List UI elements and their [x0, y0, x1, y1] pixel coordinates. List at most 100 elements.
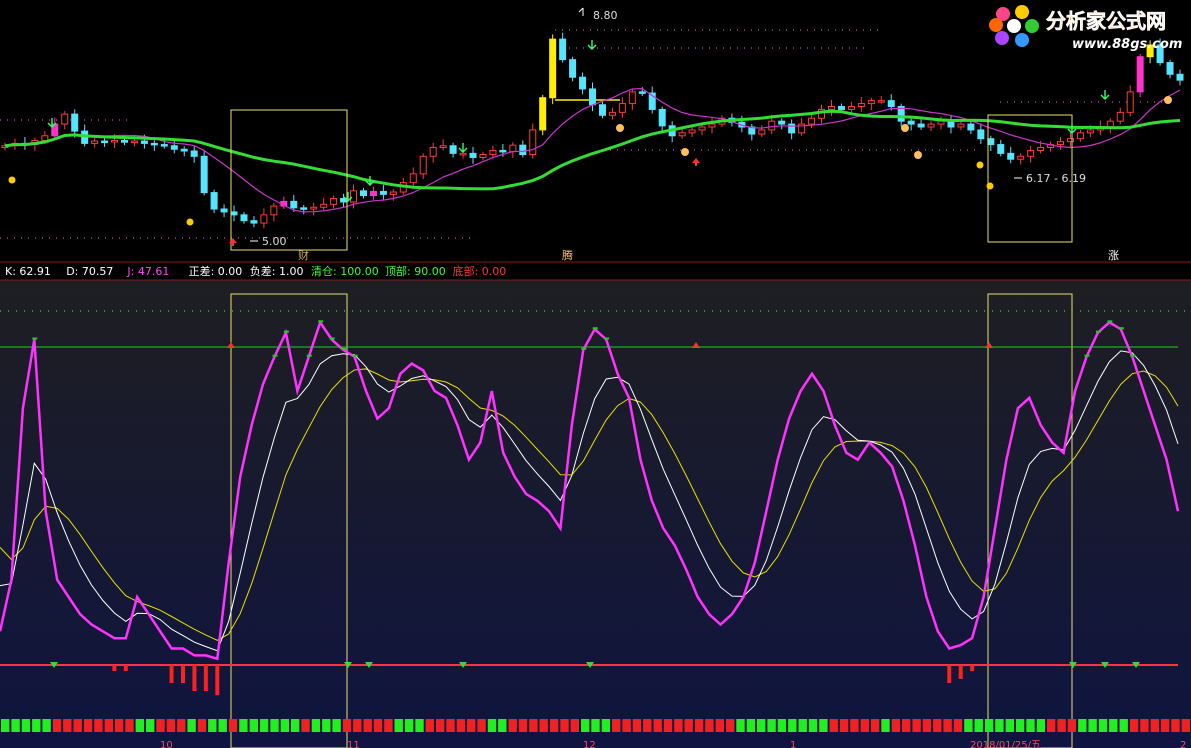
signal-cell — [643, 719, 652, 732]
signal-cell — [560, 719, 569, 732]
candle-body — [947, 120, 955, 128]
candle-body — [310, 206, 318, 210]
bottom-bar — [958, 665, 963, 679]
signal-cell — [1119, 719, 1128, 732]
signal-cell — [684, 719, 693, 732]
signal-cell — [197, 719, 207, 732]
top-highlight-bar — [1118, 327, 1124, 330]
candle-body — [61, 113, 69, 125]
box-label-teng: 腾 — [562, 248, 573, 262]
signal-cell — [808, 719, 818, 732]
signal-cell — [829, 719, 838, 732]
signal-cell — [11, 719, 20, 732]
candle-body — [698, 126, 706, 131]
status-item: 顶部: 90.00 — [385, 264, 446, 278]
signal-cell — [21, 719, 31, 732]
date-label: 11 — [347, 740, 360, 748]
signal-cell — [384, 719, 393, 732]
top-highlight-bar — [32, 337, 38, 340]
signal-cell — [922, 719, 932, 732]
candle-body — [808, 117, 816, 125]
signal-cell — [146, 719, 155, 732]
signal-cell — [177, 719, 186, 732]
candle-body — [1116, 111, 1124, 122]
candle-body — [658, 108, 666, 127]
signal-cell — [819, 719, 828, 732]
status-item: 清仓: 100.00 — [311, 264, 379, 278]
candle-body — [419, 155, 427, 175]
signal-cell — [622, 719, 631, 732]
candle-body — [320, 203, 328, 208]
signal-cell — [218, 719, 227, 732]
signal-cell — [601, 719, 611, 732]
candle-body — [827, 106, 835, 110]
candle-body — [250, 220, 258, 224]
signal-cell — [1078, 719, 1087, 732]
candle-body — [369, 190, 377, 197]
bottom-bar — [203, 665, 208, 691]
signal-cell — [135, 719, 144, 732]
candle-body — [917, 123, 925, 128]
signal-cell — [456, 719, 466, 732]
candle-body — [1176, 73, 1184, 81]
candle-body — [857, 103, 865, 107]
candle-body — [1017, 155, 1025, 160]
signal-cell — [529, 719, 538, 732]
signal-cell — [42, 719, 51, 732]
candle-body — [101, 140, 109, 144]
top-highlight-bar — [604, 337, 610, 340]
signal-cell — [363, 719, 372, 732]
date-label: 12 — [583, 740, 596, 748]
status-item: 负差: 1.00 — [250, 264, 304, 278]
signal-cell — [52, 719, 62, 732]
site-logo: 分析家公式网 www.88gs.com — [989, 5, 1182, 52]
bottom-bar — [123, 665, 128, 671]
candle-body — [678, 132, 686, 137]
range-price-label: 6.17 - 6.19 — [1026, 172, 1086, 185]
signal-cell — [425, 719, 434, 732]
top-highlight-bar — [592, 327, 598, 330]
signal-cell — [902, 719, 911, 732]
signal-cell — [63, 719, 72, 732]
low-price-label: 5.00 — [262, 235, 287, 248]
candle-body — [160, 144, 168, 147]
signal-cell — [757, 719, 766, 732]
candle-body — [449, 145, 457, 154]
signal-cell — [518, 719, 528, 732]
candle-body — [71, 113, 79, 132]
candle-body — [628, 91, 636, 105]
top-highlight-bar — [306, 354, 312, 357]
signal-cell — [912, 719, 921, 732]
signal-cell — [487, 719, 497, 732]
status-item: K: 62.91 — [5, 265, 51, 278]
signal-cell — [995, 719, 1004, 732]
candle-body — [509, 144, 517, 153]
candle-body — [1086, 129, 1094, 134]
candle-body — [469, 152, 477, 158]
candle-body — [768, 120, 776, 131]
signal-cell — [591, 719, 600, 732]
candle-body — [1166, 62, 1174, 75]
lower-panel-bg — [0, 280, 1191, 748]
top-highlight-bar — [1084, 354, 1090, 357]
high-price-label: 8.80 — [593, 9, 618, 22]
candle-body — [847, 106, 855, 110]
candle-body — [1136, 56, 1144, 93]
signal-cell — [1067, 719, 1077, 732]
signal-cell — [1005, 719, 1014, 732]
candle-body — [618, 103, 626, 113]
signal-cell — [715, 719, 724, 732]
candle-body — [987, 138, 995, 146]
signal-cell — [249, 719, 258, 732]
signal-cell — [228, 719, 238, 732]
stock-chart[interactable]: 8.80 5.00 6.17 - 6.19 财 腾 涨 分析家公式网 www.8… — [0, 0, 1191, 748]
candle-body — [479, 154, 487, 158]
candle-body — [788, 123, 796, 134]
candle-body — [300, 207, 308, 210]
bottom-bar — [180, 665, 185, 683]
signal-cell — [187, 719, 196, 732]
signal-cell — [291, 719, 300, 732]
signal-cell — [839, 719, 849, 732]
top-highlight-bar — [318, 320, 324, 323]
signal-cell — [322, 719, 331, 732]
